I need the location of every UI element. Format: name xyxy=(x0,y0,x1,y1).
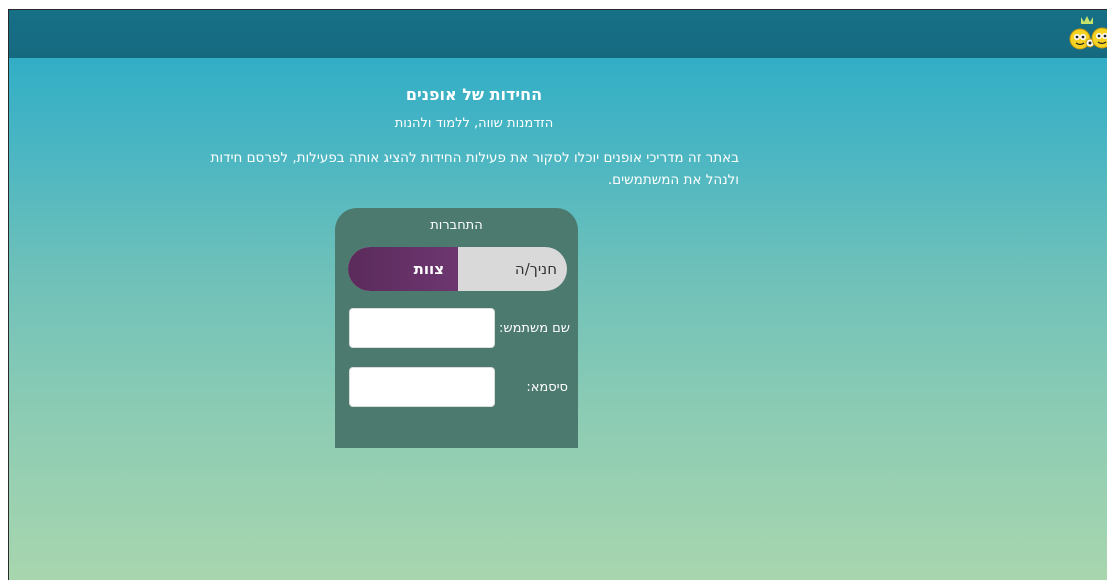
role-toggle: צוות חניך/ה xyxy=(348,247,567,291)
username-input[interactable] xyxy=(349,308,495,348)
username-label: שם משתמש: xyxy=(499,321,570,336)
page-frame: החידות של אופנים הזדמנות שווה, ללמוד ולה… xyxy=(8,9,1107,580)
page-title: החידות של אופנים xyxy=(405,85,543,104)
password-label: סיסמא: xyxy=(526,380,568,395)
login-title: התחברות xyxy=(430,218,483,233)
password-input[interactable] xyxy=(349,367,495,407)
staff-toggle-button[interactable]: צוות xyxy=(348,247,458,291)
top-bar xyxy=(9,10,1107,58)
kids-characters-logo-icon[interactable] xyxy=(1069,13,1107,53)
page-description: באתר זה מדריכי אופנים יוכלו לסקור את פעי… xyxy=(210,150,739,188)
teacher-toggle-button[interactable]: חניך/ה xyxy=(458,247,567,291)
page-subtitle: הזדמנות שווה, ללמוד ולהנות xyxy=(394,116,554,131)
login-card: התחברות צוות חניך/ה שם משתמש: סיסמא: xyxy=(335,208,578,448)
